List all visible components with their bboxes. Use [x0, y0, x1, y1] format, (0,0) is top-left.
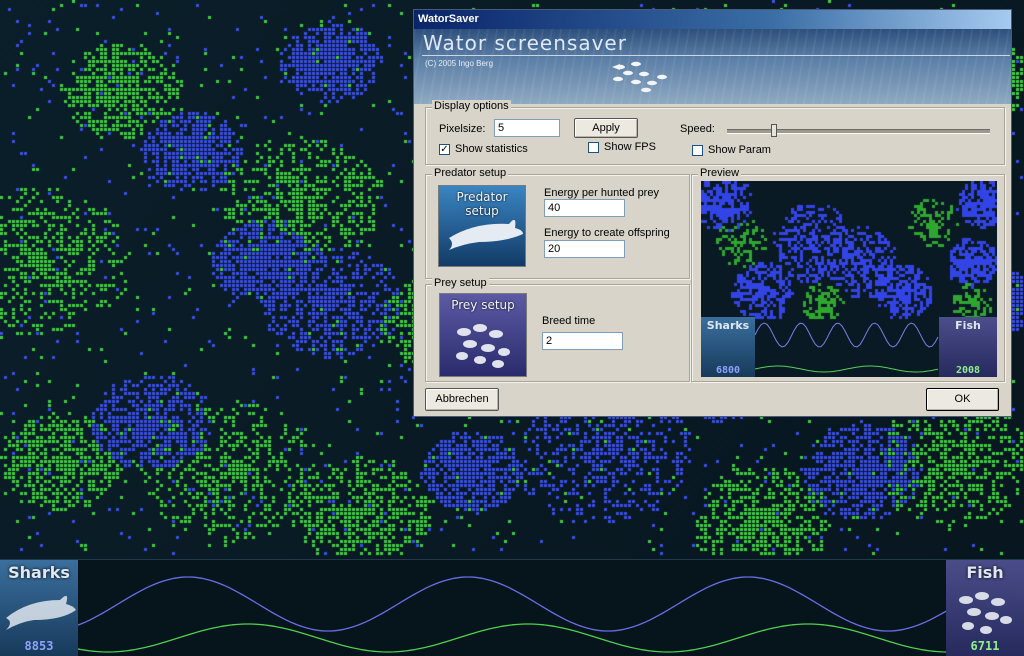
show-fps-checkbox[interactable]: [588, 142, 599, 153]
preview-fish-label: Fish: [955, 319, 981, 332]
preview-sharks-count: 6800: [715, 365, 741, 376]
show-param-checkbox[interactable]: [692, 145, 703, 156]
display-options-group: Display options Pixelsize: 5 Apply Speed…: [425, 100, 1005, 165]
wator-settings-dialog: WatorSaver Wator screensaver (C) 2005 In…: [413, 9, 1012, 417]
sharks-label: Sharks: [8, 563, 70, 582]
breed-time-input[interactable]: 2: [542, 332, 623, 350]
apply-button[interactable]: Apply: [574, 118, 638, 138]
predator-setup-group: Predator setup Predator setup Energy per…: [425, 167, 690, 279]
window-title: WatorSaver: [418, 13, 479, 25]
sharks-panel: Sharks 8853: [0, 560, 78, 656]
preview-legend: Preview: [698, 167, 742, 179]
banner-divider: [422, 55, 1010, 56]
speed-slider-thumb[interactable]: [771, 124, 777, 137]
fish-school-icon: [612, 61, 667, 93]
energy-per-prey-input[interactable]: 40: [544, 199, 625, 217]
preview-shark-line: [755, 322, 939, 348]
preview-sharks-panel: Sharks 6800: [701, 317, 755, 377]
predator-setup-legend: Predator setup: [432, 167, 509, 179]
pixelsize-input[interactable]: 5: [494, 119, 560, 137]
fish-panel: Fish 6711: [946, 560, 1024, 656]
display-options-legend: Display options: [432, 100, 511, 112]
preview-fish-line: [755, 365, 939, 373]
breed-time-label: Breed time: [542, 315, 596, 327]
show-statistics-label: Show statistics: [455, 143, 528, 155]
cancel-button[interactable]: Abbrechen: [425, 388, 499, 411]
predator-setup-caption: Predator setup: [456, 190, 508, 218]
energy-per-prey-label: Energy per hunted prey: [544, 187, 659, 199]
fish-population-line: [78, 623, 946, 653]
prey-setup-group: Prey setup Prey setup Breed time 2: [425, 277, 690, 382]
preview-group: Preview Sharks 6800 Fish 2008: [691, 167, 1005, 382]
header-banner: Wator screensaver (C) 2005 Ingo Berg: [414, 29, 1011, 104]
energy-offspring-label: Energy to create offspring: [544, 227, 670, 239]
shark-population-line: [78, 576, 946, 632]
title-bar[interactable]: WatorSaver: [414, 10, 1011, 29]
copyright-text: (C) 2005 Ingo Berg: [425, 59, 494, 68]
speed-label: Speed:: [680, 123, 715, 135]
prey-setup-image[interactable]: Prey setup: [439, 293, 527, 377]
energy-offspring-input[interactable]: 20: [544, 240, 625, 258]
show-param-label: Show Param: [708, 144, 771, 156]
speed-slider-track[interactable]: [727, 124, 990, 137]
predator-setup-image[interactable]: Predator setup: [438, 185, 526, 267]
preview-sharks-label: Sharks: [706, 319, 750, 332]
ok-button[interactable]: OK: [926, 388, 999, 411]
prey-setup-caption: Prey setup: [451, 298, 515, 312]
preview-fish-count: 2008: [955, 365, 981, 376]
sharks-count: 8853: [24, 639, 54, 653]
pixelsize-label: Pixelsize:: [439, 123, 486, 135]
preview-population-graph: [755, 322, 939, 373]
prey-setup-legend: Prey setup: [432, 277, 489, 289]
fish-count: 6711: [970, 639, 1000, 653]
show-fps-label: Show FPS: [604, 141, 656, 153]
statistics-bar: Sharks 8853 Fish 6711: [0, 559, 1024, 656]
preview-fish-panel: Fish 2008: [939, 317, 997, 377]
fish-label: Fish: [966, 563, 1004, 582]
banner-title: Wator screensaver: [423, 31, 627, 55]
show-statistics-checkbox[interactable]: ✓: [439, 144, 450, 155]
population-graph: [78, 576, 946, 653]
